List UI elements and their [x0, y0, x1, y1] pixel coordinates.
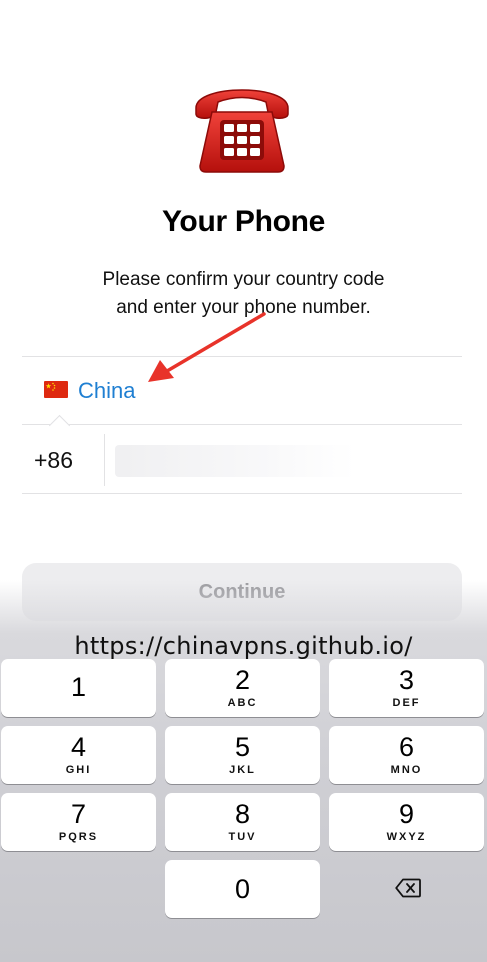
watermark-url: https://chinavpns.github.io/	[74, 632, 413, 660]
key-1[interactable]: 1	[1, 659, 156, 717]
key-digit: 3	[398, 665, 415, 695]
phone-number-input[interactable]	[115, 445, 355, 477]
key-letters: TUV	[228, 831, 257, 843]
country-code-separator	[104, 434, 105, 486]
key-letters: GHI	[65, 764, 92, 776]
key-3[interactable]: 3 DEF	[329, 659, 484, 717]
key-letters: DEF	[392, 697, 421, 709]
key-7[interactable]: 7 PQRS	[1, 793, 156, 851]
key-letters: PQRS	[58, 831, 99, 843]
key-8[interactable]: 8 TUV	[165, 793, 320, 851]
key-digit: 4	[70, 732, 87, 762]
annotation-arrow-icon	[148, 312, 266, 382]
key-digit: 1	[70, 672, 87, 702]
china-flag-icon	[44, 381, 68, 398]
key-4[interactable]: 4 GHI	[1, 726, 156, 784]
key-letters: WXYZ	[386, 831, 427, 843]
key-digit: 6	[398, 732, 415, 762]
key-digit: 5	[234, 732, 251, 762]
key-0[interactable]: 0	[165, 860, 320, 918]
key-digit: 8	[234, 799, 251, 829]
key-9[interactable]: 9 WXYZ	[329, 793, 484, 851]
divider-bottom	[22, 493, 462, 494]
backspace-key[interactable]	[329, 860, 484, 918]
key-6[interactable]: 6 MNO	[329, 726, 484, 784]
key-letters: MNO	[390, 764, 423, 776]
key-digit: 0	[234, 874, 251, 904]
telephone-icon	[195, 89, 289, 173]
key-2[interactable]: 2 ABC	[165, 659, 320, 717]
key-digit: 9	[398, 799, 415, 829]
country-name: China	[78, 378, 136, 403]
backspace-icon	[395, 878, 421, 898]
page-title: Your Phone	[161, 205, 326, 238]
country-code[interactable]: +86	[34, 447, 73, 474]
subtitle-line-1: Please confirm your country code	[102, 269, 385, 290]
key-digit: 2	[234, 665, 251, 695]
key-digit: 7	[70, 799, 87, 829]
key-letters: ABC	[227, 697, 258, 709]
key-5[interactable]: 5 JKL	[165, 726, 320, 784]
key-letters: JKL	[229, 764, 256, 776]
